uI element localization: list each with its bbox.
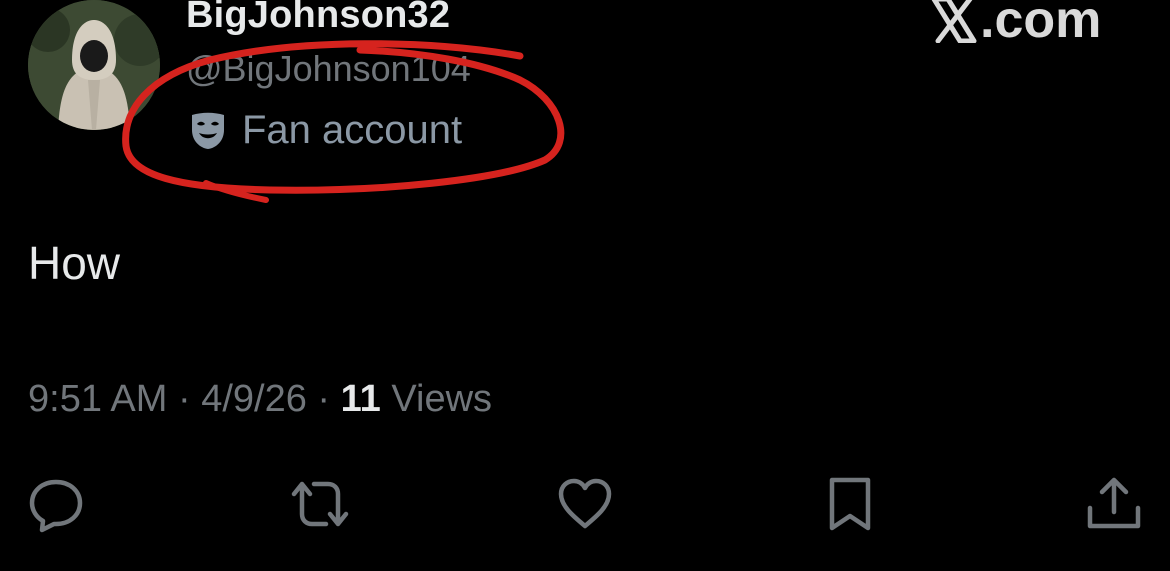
theater-mask-icon <box>192 112 224 149</box>
site-watermark: .com <box>930 0 1101 50</box>
display-name[interactable]: BigJohnson32 <box>186 0 450 37</box>
share-icon <box>1087 477 1141 529</box>
repost-button[interactable] <box>288 472 352 536</box>
meta-separator: · <box>177 378 191 420</box>
reply-button[interactable] <box>24 472 88 536</box>
like-button[interactable] <box>553 472 617 536</box>
views-count: 11 <box>340 378 381 420</box>
avatar[interactable] <box>28 0 160 130</box>
like-icon <box>558 478 612 529</box>
site-watermark-text: .com <box>980 0 1102 49</box>
tweet-text: How <box>28 237 121 289</box>
hooded-figure-avatar <box>28 0 160 130</box>
bookmark-icon <box>829 477 871 531</box>
share-button[interactable] <box>1082 472 1146 536</box>
x-logo-icon <box>931 0 977 43</box>
tweet-meta: 9:51 AM · 4/9/26 · 11 Views <box>28 378 492 421</box>
tweet-date[interactable]: 4/9/26 <box>201 378 307 420</box>
repost-icon <box>291 481 349 527</box>
reply-icon <box>29 479 83 533</box>
tweet-time[interactable]: 9:51 AM <box>28 378 167 420</box>
views-label: Views <box>391 378 493 420</box>
account-label: Fan account <box>190 108 462 153</box>
account-label-text: Fan account <box>242 108 463 152</box>
bookmark-button[interactable] <box>818 472 882 536</box>
user-handle[interactable]: @BigJohnson104 <box>186 48 471 90</box>
meta-separator: · <box>317 378 331 420</box>
